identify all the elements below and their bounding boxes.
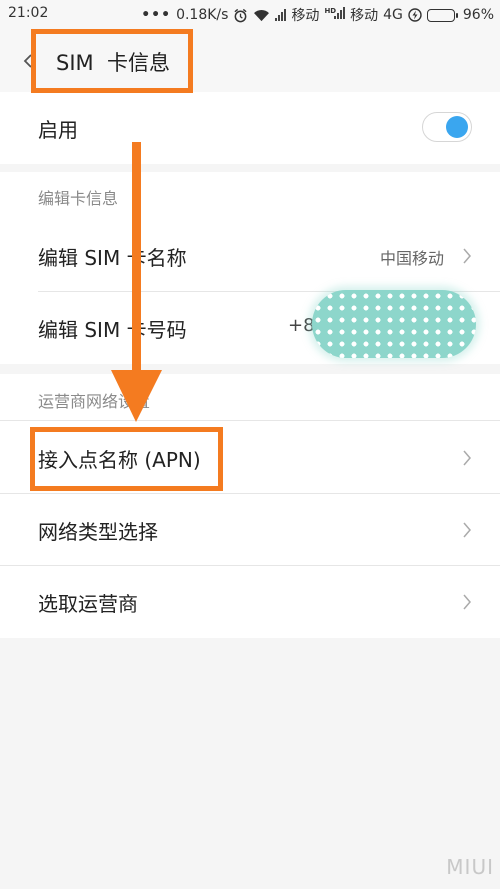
wifi-icon bbox=[254, 9, 270, 21]
redaction-overlay bbox=[312, 290, 476, 358]
chevron-right-icon bbox=[463, 522, 471, 538]
network-type-row[interactable]: 网络类型选择 bbox=[0, 494, 500, 566]
battery-percent: 96% bbox=[462, 7, 494, 23]
sim-number-value: +8 bbox=[288, 315, 315, 336]
network-type-label: 网络类型选择 bbox=[38, 520, 158, 544]
divider bbox=[0, 420, 500, 421]
select-carrier-label: 选取运营商 bbox=[38, 592, 138, 616]
chevron-right-icon bbox=[463, 450, 471, 466]
apn-highlight-box bbox=[30, 427, 223, 491]
alarm-icon bbox=[234, 8, 248, 22]
status-bar: 21:02 ••• 0.18K/s 移动 HD 移动 4G 96% bbox=[0, 0, 500, 28]
carrier-2: 移动 bbox=[350, 8, 379, 24]
card-info-section-label: 编辑卡信息 bbox=[38, 189, 119, 208]
chevron-right-icon bbox=[463, 594, 471, 610]
network-speed: 0.18K/s bbox=[176, 7, 229, 23]
title-highlight-box bbox=[31, 29, 193, 93]
status-right: ••• 0.18K/s 移动 HD 移动 4G 96% bbox=[141, 5, 494, 25]
signal-icon bbox=[275, 9, 287, 21]
status-dots: ••• bbox=[141, 7, 172, 23]
status-time: 21:02 bbox=[8, 5, 49, 21]
signal-icon-2 bbox=[334, 7, 346, 19]
network-section: 运营商网络设置 接入点名称 (APN) 网络类型选择 选取运营商 bbox=[0, 374, 500, 638]
enable-toggle[interactable] bbox=[422, 112, 472, 142]
chevron-right-icon bbox=[463, 248, 471, 264]
miui-watermark: MIUI bbox=[446, 855, 494, 879]
edit-sim-name-row[interactable]: 编辑 SIM 卡名称 中国移动 bbox=[0, 220, 500, 292]
sim-name-value: 中国移动 bbox=[379, 249, 444, 268]
toggle-knob bbox=[446, 116, 468, 138]
edit-sim-name-label: 编辑 SIM 卡名称 bbox=[38, 246, 187, 270]
select-carrier-row[interactable]: 选取运营商 bbox=[0, 566, 500, 638]
enable-label: 启用 bbox=[38, 118, 78, 142]
enable-row[interactable]: 启用 bbox=[0, 92, 500, 164]
network-section-label: 运营商网络设置 bbox=[38, 392, 151, 411]
carrier-1: 移动 bbox=[291, 8, 320, 24]
edit-sim-number-label: 编辑 SIM 卡号码 bbox=[38, 318, 187, 342]
charging-icon bbox=[408, 8, 422, 22]
enable-card: 启用 bbox=[0, 92, 500, 164]
network-type: 4G bbox=[383, 7, 403, 23]
battery-icon bbox=[426, 8, 458, 22]
